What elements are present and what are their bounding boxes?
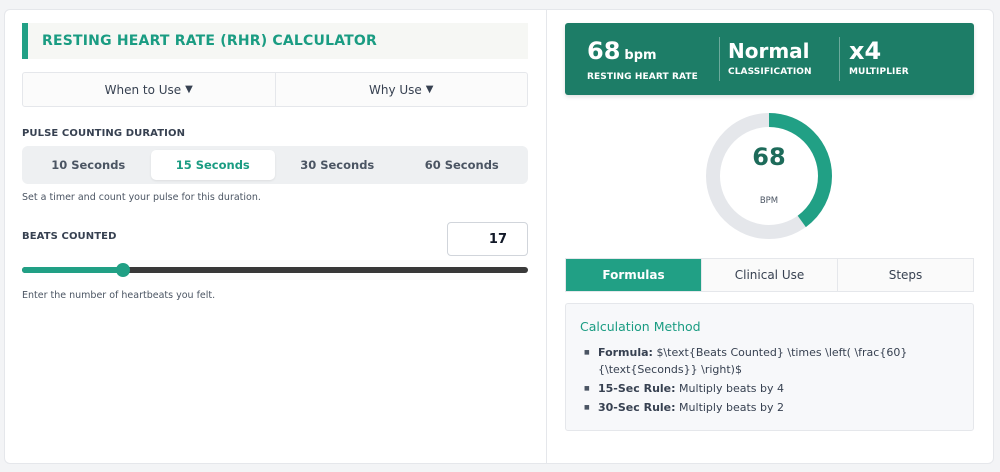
list-item: Formula: $\text{Beats Counted} \times \l…: [584, 344, 959, 378]
beats-label: BEATS COUNTED: [22, 231, 117, 242]
banner-separator: [719, 37, 720, 81]
multiplier-value: x4: [849, 37, 882, 65]
duration-option-10[interactable]: 10 Seconds: [26, 150, 151, 180]
result-banner: 68 bpm RESTING HEART RATE Normal CLASSIFI…: [565, 23, 974, 95]
duration-option-30[interactable]: 30 Seconds: [275, 150, 400, 180]
calculator-title: RESTING HEART RATE (RHR) CALCULATOR: [42, 33, 377, 49]
duration-label: PULSE COUNTING DURATION: [22, 128, 186, 139]
duration-option-15[interactable]: 15 Seconds: [150, 150, 275, 180]
classification-caption: CLASSIFICATION: [728, 67, 812, 77]
classification-value: Normal: [728, 39, 810, 63]
rate-caption: RESTING HEART RATE: [587, 72, 698, 82]
rate-unit: bpm: [624, 48, 657, 63]
formulas-list: Formula: $\text{Beats Counted} \times \l…: [580, 344, 959, 416]
beats-help-text: Enter the number of heartbeats you felt.: [22, 290, 216, 301]
rate-stat: 68 bpm RESTING HEART RATE: [587, 37, 698, 82]
rule-30-text: Multiply beats by 2: [679, 401, 784, 414]
list-item: 15-Sec Rule: Multiply beats by 4: [584, 380, 959, 397]
classification-stat: Normal CLASSIFICATION: [728, 37, 812, 77]
formula-term: Formula:: [598, 346, 653, 359]
formulas-heading: Calculation Method: [580, 319, 701, 334]
tab-clinical-use[interactable]: Clinical Use: [701, 259, 837, 291]
formulas-panel: Calculation Method Formula: $\text{Beats…: [565, 303, 974, 431]
multiplier-caption: MULTIPLIER: [849, 67, 909, 77]
rule-15-term: 15-Sec Rule:: [598, 382, 676, 395]
multiplier-stat: x4 MULTIPLIER: [849, 37, 909, 77]
duration-selector: 10 Seconds 15 Seconds 30 Seconds 60 Seco…: [22, 146, 528, 184]
rule-15-text: Multiply beats by 4: [679, 382, 784, 395]
caret-down-icon: ▼: [185, 84, 193, 95]
panel-divider: [546, 10, 547, 463]
when-to-use-button[interactable]: When to Use ▼: [23, 73, 275, 106]
caret-down-icon: ▼: [425, 84, 434, 95]
beats-slider-fill: [22, 267, 124, 273]
tab-steps[interactable]: Steps: [837, 259, 973, 291]
info-tabs: Formulas Clinical Use Steps: [565, 258, 974, 292]
beats-input[interactable]: [447, 222, 528, 256]
rate-value: 68: [587, 37, 621, 65]
when-to-use-label: When to Use: [104, 82, 182, 97]
heart-rate-gauge: [706, 113, 832, 239]
duration-option-60[interactable]: 60 Seconds: [400, 150, 525, 180]
banner-separator: [839, 37, 840, 81]
duration-help-text: Set a timer and count your pulse for thi…: [22, 192, 261, 203]
tab-formulas[interactable]: Formulas: [566, 259, 701, 291]
list-item: 30-Sec Rule: Multiply beats by 2: [584, 399, 959, 416]
beats-slider[interactable]: [22, 263, 528, 277]
rule-30-term: 30-Sec Rule:: [598, 401, 676, 414]
info-button-row: When to Use ▼ Why Use ▼: [22, 72, 528, 107]
gauge-value: 68: [752, 143, 786, 171]
gauge-unit: BPM: [759, 196, 779, 206]
calculator-title-bar: RESTING HEART RATE (RHR) CALCULATOR: [22, 23, 528, 59]
why-use-label: Why Use: [368, 82, 422, 97]
why-use-button[interactable]: Why Use ▼: [274, 73, 528, 106]
